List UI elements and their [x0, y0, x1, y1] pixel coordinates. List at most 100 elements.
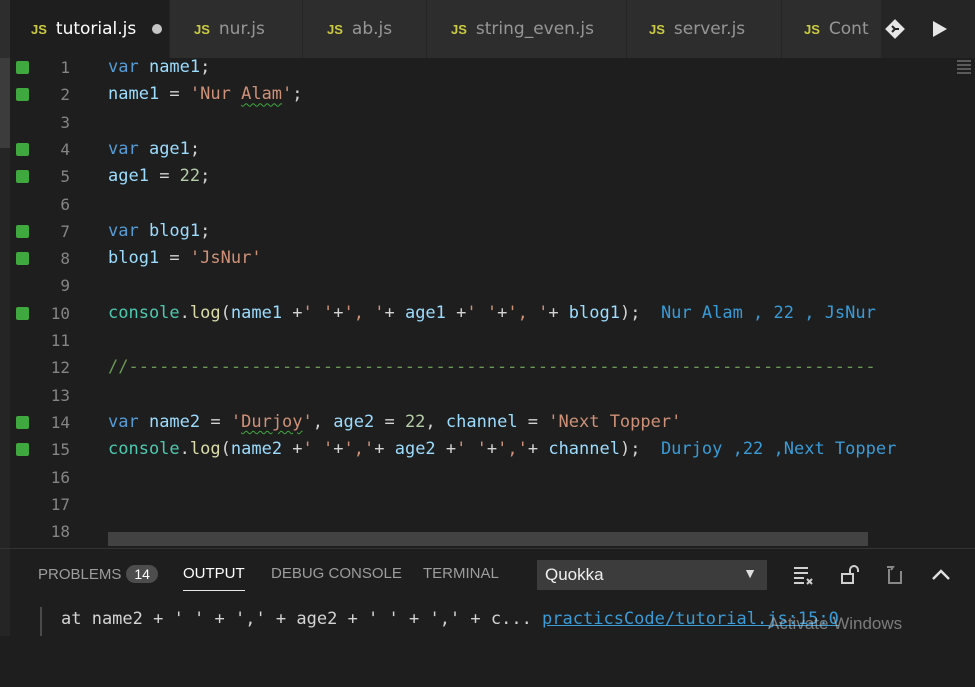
code-token: ' ' — [466, 302, 498, 323]
code-token: name2 — [230, 439, 283, 460]
tab-server-js[interactable]: JS server.js — [627, 0, 782, 58]
quokka-inline-result: Nur Alam , 22 , JsNur — [640, 302, 876, 323]
js-file-icon: JS — [194, 21, 210, 37]
code-token: = — [148, 166, 180, 187]
code-line[interactable]: 16 — [0, 464, 975, 491]
code-token: , — [425, 411, 446, 432]
line-number: 3 — [60, 112, 70, 132]
line-number: 7 — [60, 221, 70, 241]
tab-label: server.js — [673, 19, 746, 39]
code-token: ' ' — [302, 439, 334, 460]
tab-tutorial-js[interactable]: JS tutorial.js — [10, 0, 170, 58]
code-line[interactable]: 7 var blog1; — [0, 218, 975, 245]
js-file-icon: JS — [327, 21, 343, 37]
code-text: var age1; — [108, 136, 200, 163]
code-text: //--------------------------------------… — [108, 354, 876, 381]
code-token: ); — [619, 302, 641, 323]
code-token: ( — [220, 439, 231, 460]
line-number: 1 — [60, 58, 70, 77]
code-line[interactable]: 13 — [0, 382, 975, 409]
code-token: var — [108, 220, 149, 241]
code-text: age1 = 22; — [108, 163, 210, 190]
line-number: 11 — [50, 331, 70, 350]
line-number: 4 — [60, 139, 70, 159]
git-change-marker — [16, 170, 29, 184]
code-token: age2 — [333, 411, 375, 432]
unsaved-dot-icon[interactable] — [152, 24, 163, 34]
git-compare-icon[interactable] — [883, 17, 907, 41]
code-editor[interactable]: 1 var name1; 2 name1 = 'Nur Alam'; 3 4 var age… — [0, 58, 975, 548]
panel-tab-problems[interactable]: PROBLEMS 14 — [38, 565, 158, 583]
code-line[interactable]: 15 console.log(name2 +' '+','+ age2 +' '+… — [0, 436, 975, 463]
code-token: ', ' — [507, 302, 549, 323]
output-channel-value: Quokka — [545, 565, 604, 584]
code-token: ' — [230, 411, 242, 432]
code-token: + — [374, 439, 395, 460]
code-text: blog1 = 'JsNur' — [108, 245, 262, 272]
code-line[interactable]: 9 — [0, 272, 975, 299]
quokka-inline-result: Durjoy ,22 ,Next Topper — [640, 439, 897, 460]
lock-scroll-icon[interactable] — [838, 563, 862, 587]
code-line[interactable]: 12 //------------------------------------… — [0, 354, 975, 381]
code-token: ; — [189, 138, 201, 159]
code-token: + — [333, 302, 344, 323]
line-number: 17 — [50, 494, 70, 514]
tab-nur-js[interactable]: JS nur.js — [170, 0, 303, 58]
problems-count-badge: 14 — [126, 565, 158, 583]
line-number: 10 — [50, 303, 70, 323]
code-line[interactable]: 4 var age1; — [0, 136, 975, 163]
panel-tab-output[interactable]: OUTPUT — [183, 565, 245, 591]
code-token: name2 — [148, 411, 201, 432]
line-number: 18 — [50, 522, 70, 542]
code-line[interactable]: 2 name1 = 'Nur Alam'; — [0, 81, 975, 108]
code-token: + — [435, 439, 457, 460]
code-token: 'JsNur' — [189, 248, 262, 269]
line-number: 16 — [50, 467, 70, 487]
code-token: + — [282, 302, 303, 323]
code-token: ; — [200, 166, 211, 187]
horizontal-scrollbar[interactable] — [108, 532, 868, 546]
editor-tab-bar: JS tutorial.js JS nur.js JS ab.js JS str… — [0, 0, 975, 59]
problems-label: PROBLEMS — [38, 566, 122, 583]
code-token: . — [179, 439, 190, 460]
code-token: ' — [302, 411, 313, 432]
code-line[interactable]: 1 var name1; — [0, 58, 975, 81]
code-token: ' ' — [302, 302, 334, 323]
code-token: age1 — [404, 302, 446, 323]
code-text: var name2 = 'Durjoy', age2 = 22, channel… — [108, 409, 681, 436]
tab-string-even-js[interactable]: JS string_even.js — [427, 0, 627, 58]
run-icon[interactable] — [927, 17, 951, 41]
code-line[interactable]: 10 console.log(name1 +' '+', '+ age1 +' '… — [0, 300, 975, 327]
clear-output-icon[interactable] — [791, 563, 815, 587]
code-line[interactable]: 5 age1 = 22; — [0, 163, 975, 190]
code-token: age2 — [394, 439, 436, 460]
line-number: 9 — [60, 276, 70, 296]
panel-tab-debug-console[interactable]: DEBUG CONSOLE — [271, 565, 402, 582]
code-line[interactable]: 17 — [0, 491, 975, 518]
code-line[interactable]: 3 — [0, 109, 975, 136]
panel-tab-terminal[interactable]: TERMINAL — [423, 565, 499, 582]
maximize-panel-icon[interactable] — [929, 563, 953, 587]
open-log-icon[interactable] — [883, 563, 907, 587]
code-token: ; — [292, 84, 303, 105]
code-text: console.log(name2 +' '+','+ age2 +' '+',… — [108, 436, 896, 463]
output-channel-select[interactable]: Quokka ▼ — [537, 560, 767, 590]
activate-windows-watermark: Activate Windows — [768, 614, 903, 633]
minimap[interactable] — [953, 58, 975, 78]
tab-label: tutorial.js — [55, 19, 137, 39]
editor-actions — [881, 0, 975, 58]
code-token: + — [333, 439, 344, 460]
code-line[interactable]: 8 blog1 = 'JsNur' — [0, 245, 975, 272]
code-token: ); — [619, 439, 641, 460]
tab-ab-js[interactable]: JS ab.js — [303, 0, 427, 58]
code-line[interactable]: 14 var name2 = 'Durjoy', age2 = 22, chann… — [0, 409, 975, 436]
line-number: 6 — [60, 194, 70, 214]
code-token: blog1 — [568, 302, 620, 323]
tab-cont[interactable]: JS Cont — [782, 0, 882, 58]
code-line[interactable]: 6 — [0, 191, 975, 218]
code-line[interactable]: 11 — [0, 327, 975, 354]
code-token: ; — [200, 58, 211, 77]
code-token: name1 — [108, 84, 160, 105]
git-change-marker — [16, 224, 29, 238]
tab-label: nur.js — [218, 19, 265, 39]
